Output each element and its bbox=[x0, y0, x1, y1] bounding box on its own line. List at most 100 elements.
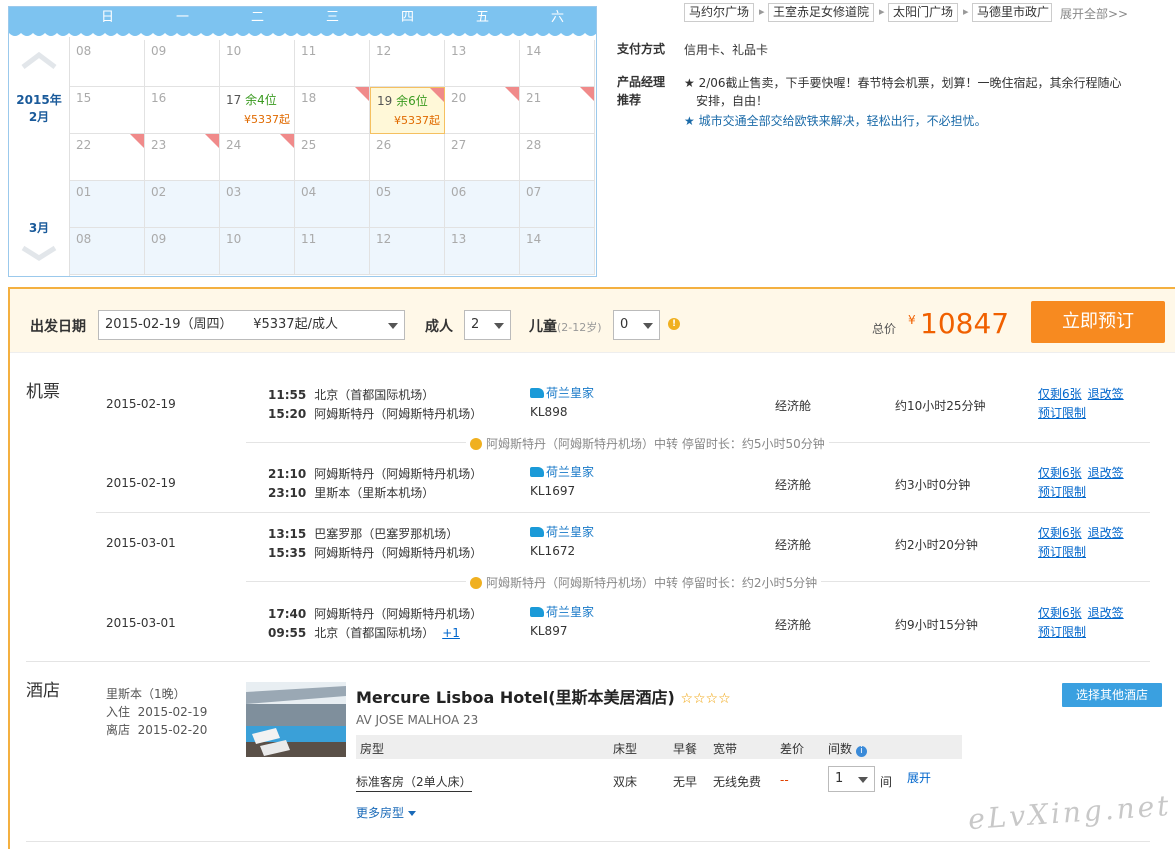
calendar-day[interactable]: 07 bbox=[520, 181, 595, 228]
depart-date-select[interactable]: 2015-02-19（周四） ¥5337起/成人 bbox=[98, 310, 405, 340]
flight-date: 2015-03-01 bbox=[106, 536, 176, 550]
day-number: 12 bbox=[376, 44, 392, 58]
child-select[interactable]: 0 bbox=[613, 310, 660, 340]
expand-room-link[interactable]: 展开 bbox=[907, 769, 931, 786]
calendar-day[interactable]: 16 bbox=[145, 87, 220, 134]
seats-left-link[interactable]: 仅剩6张 bbox=[1038, 526, 1082, 540]
calendar-day[interactable]: 14 bbox=[520, 228, 595, 275]
calendar-day[interactable]: 10 bbox=[220, 228, 295, 275]
calendar-day[interactable]: 01 bbox=[70, 181, 145, 228]
day-number: 22 bbox=[76, 138, 92, 152]
calendar-day[interactable]: 06 bbox=[445, 181, 520, 228]
adult-select[interactable]: 2 bbox=[464, 310, 511, 340]
seats-left-link[interactable]: 仅剩6张 bbox=[1038, 606, 1082, 620]
room-qty-select[interactable]: 1 bbox=[828, 766, 875, 792]
calendar-day[interactable]: 27 bbox=[445, 134, 520, 181]
order-now-button[interactable]: 立即预订 bbox=[1031, 301, 1165, 343]
booking-restriction-link[interactable]: 预订限制 bbox=[1038, 406, 1086, 420]
tag-item[interactable]: 太阳门广场 bbox=[888, 3, 959, 22]
calendar-day[interactable]: 14 bbox=[520, 40, 595, 87]
flight-times: 13:15 巴塞罗那（巴塞罗那机场） 15:35 阿姆斯特丹（阿姆斯特丹机场） bbox=[268, 525, 482, 563]
refund-change-link[interactable]: 退改签 bbox=[1088, 387, 1124, 401]
info-icon[interactable]: i bbox=[855, 746, 867, 757]
weekday-label: 四 bbox=[400, 10, 414, 25]
tag-item[interactable]: 马德里市政广 bbox=[972, 3, 1052, 22]
calendar-day[interactable]: 19 余6位 ¥5337起 bbox=[370, 87, 445, 134]
refund-change-link[interactable]: 退改签 bbox=[1088, 606, 1124, 620]
weekday-label: 一 bbox=[175, 10, 189, 25]
tag-item[interactable]: 马约尔广场 bbox=[684, 3, 755, 22]
special-offer-icon bbox=[505, 87, 519, 101]
airline-info: 荷兰皇家 KL897 bbox=[530, 603, 594, 641]
info-icon[interactable]: ! bbox=[668, 318, 680, 330]
expand-all-link[interactable]: 展开全部>> bbox=[1060, 5, 1128, 22]
child-age-text: (2-12岁) bbox=[557, 321, 602, 334]
seats-left-link[interactable]: 仅剩6张 bbox=[1038, 466, 1082, 480]
arrive-airport: 阿姆斯特丹（阿姆斯特丹机场） bbox=[314, 407, 483, 421]
weekday-label: 日 bbox=[100, 10, 114, 25]
calendar-day[interactable]: 22 bbox=[70, 134, 145, 181]
calendar-day[interactable]: 28 bbox=[520, 134, 595, 181]
calendar-day[interactable]: 13 bbox=[445, 40, 520, 87]
separator-icon: ▸ bbox=[879, 5, 885, 18]
hotel-name[interactable]: Mercure Lisboa Hotel(里斯本美居酒店) ☆☆☆☆ bbox=[356, 684, 731, 708]
calendar-day[interactable]: 03 bbox=[220, 181, 295, 228]
calendar-day[interactable]: 08 bbox=[70, 40, 145, 87]
booking-restriction-link[interactable]: 预订限制 bbox=[1038, 625, 1086, 639]
refund-change-link[interactable]: 退改签 bbox=[1088, 466, 1124, 480]
depart-time: 13:15 bbox=[268, 527, 307, 541]
recommend-line: ★ 城市交通全部交给欧铁来解决，轻松出行，不必担忧。 bbox=[684, 114, 987, 128]
calendar-day[interactable]: 09 bbox=[145, 228, 220, 275]
calendar-day[interactable]: 12 bbox=[370, 40, 445, 87]
weekday-label: 三 bbox=[325, 10, 339, 25]
seats-left: 余6位 bbox=[392, 94, 428, 108]
chevron-down-icon[interactable] bbox=[19, 244, 59, 262]
calendar-day[interactable]: 26 bbox=[370, 134, 445, 181]
calendar-day[interactable]: 17 余4位 ¥5337起 bbox=[220, 87, 295, 134]
col-breakfast: 早餐 bbox=[673, 742, 698, 756]
seats-left-link[interactable]: 仅剩6张 bbox=[1038, 387, 1082, 401]
more-rooms-link[interactable]: 更多房型 bbox=[356, 804, 416, 821]
currency: ¥ bbox=[908, 313, 916, 327]
calendar-day[interactable]: 08 bbox=[70, 228, 145, 275]
calendar-day[interactable]: 09 bbox=[145, 40, 220, 87]
calendar-day[interactable]: 11 bbox=[295, 228, 370, 275]
chevron-up-icon[interactable] bbox=[19, 51, 59, 69]
chevron-down-icon bbox=[388, 323, 398, 329]
calendar-day[interactable]: 12 bbox=[370, 228, 445, 275]
calendar-day[interactable]: 15 bbox=[70, 87, 145, 134]
seats-left: 余4位 bbox=[241, 93, 277, 107]
calendar-day[interactable]: 25 bbox=[295, 134, 370, 181]
calendar-day[interactable]: 05 bbox=[370, 181, 445, 228]
calendar-day[interactable]: 21 bbox=[520, 87, 595, 134]
select-other-hotel-button[interactable]: 选择其他酒店 bbox=[1062, 683, 1162, 707]
booking-restriction-link[interactable]: 预订限制 bbox=[1038, 485, 1086, 499]
day-number: 15 bbox=[76, 91, 92, 105]
calendar-day[interactable]: 10 bbox=[220, 40, 295, 87]
calendar-day[interactable]: 18 bbox=[295, 87, 370, 134]
cabin-class: 经济舱 bbox=[775, 399, 812, 413]
calendar-day[interactable]: 20 bbox=[445, 87, 520, 134]
depart-airport: 阿姆斯特丹（阿姆斯特丹机场） bbox=[314, 607, 483, 621]
tag-item[interactable]: 王室赤足女修道院 bbox=[768, 3, 875, 22]
calendar-day[interactable]: 11 bbox=[295, 40, 370, 87]
depart-date-value: 2015-02-19（周四） ¥5337起/成人 bbox=[105, 317, 338, 332]
calendar-day[interactable]: 02 bbox=[145, 181, 220, 228]
calendar-day[interactable]: 04 bbox=[295, 181, 370, 228]
flight-number: KL1697 bbox=[530, 484, 576, 498]
checkout-label: 离店 bbox=[106, 723, 131, 737]
room-type-link[interactable]: 标准客房（2单人床） bbox=[356, 773, 472, 792]
airline-name: 荷兰皇家 bbox=[546, 525, 595, 539]
col-room: 房型 bbox=[360, 742, 385, 756]
refund-change-link[interactable]: 退改签 bbox=[1088, 526, 1124, 540]
depart-label: 出发日期 bbox=[30, 319, 86, 335]
col-net: 宽带 bbox=[713, 742, 738, 756]
booking-restriction-link[interactable]: 预订限制 bbox=[1038, 545, 1086, 559]
calendar-day[interactable]: 13 bbox=[445, 228, 520, 275]
calendar-day[interactable]: 23 bbox=[145, 134, 220, 181]
hotel-photo[interactable] bbox=[246, 682, 346, 757]
special-offer-icon bbox=[580, 87, 594, 101]
next-day-link[interactable]: +1 bbox=[442, 626, 460, 640]
special-offer-icon bbox=[430, 88, 444, 102]
calendar-day[interactable]: 24 bbox=[220, 134, 295, 181]
